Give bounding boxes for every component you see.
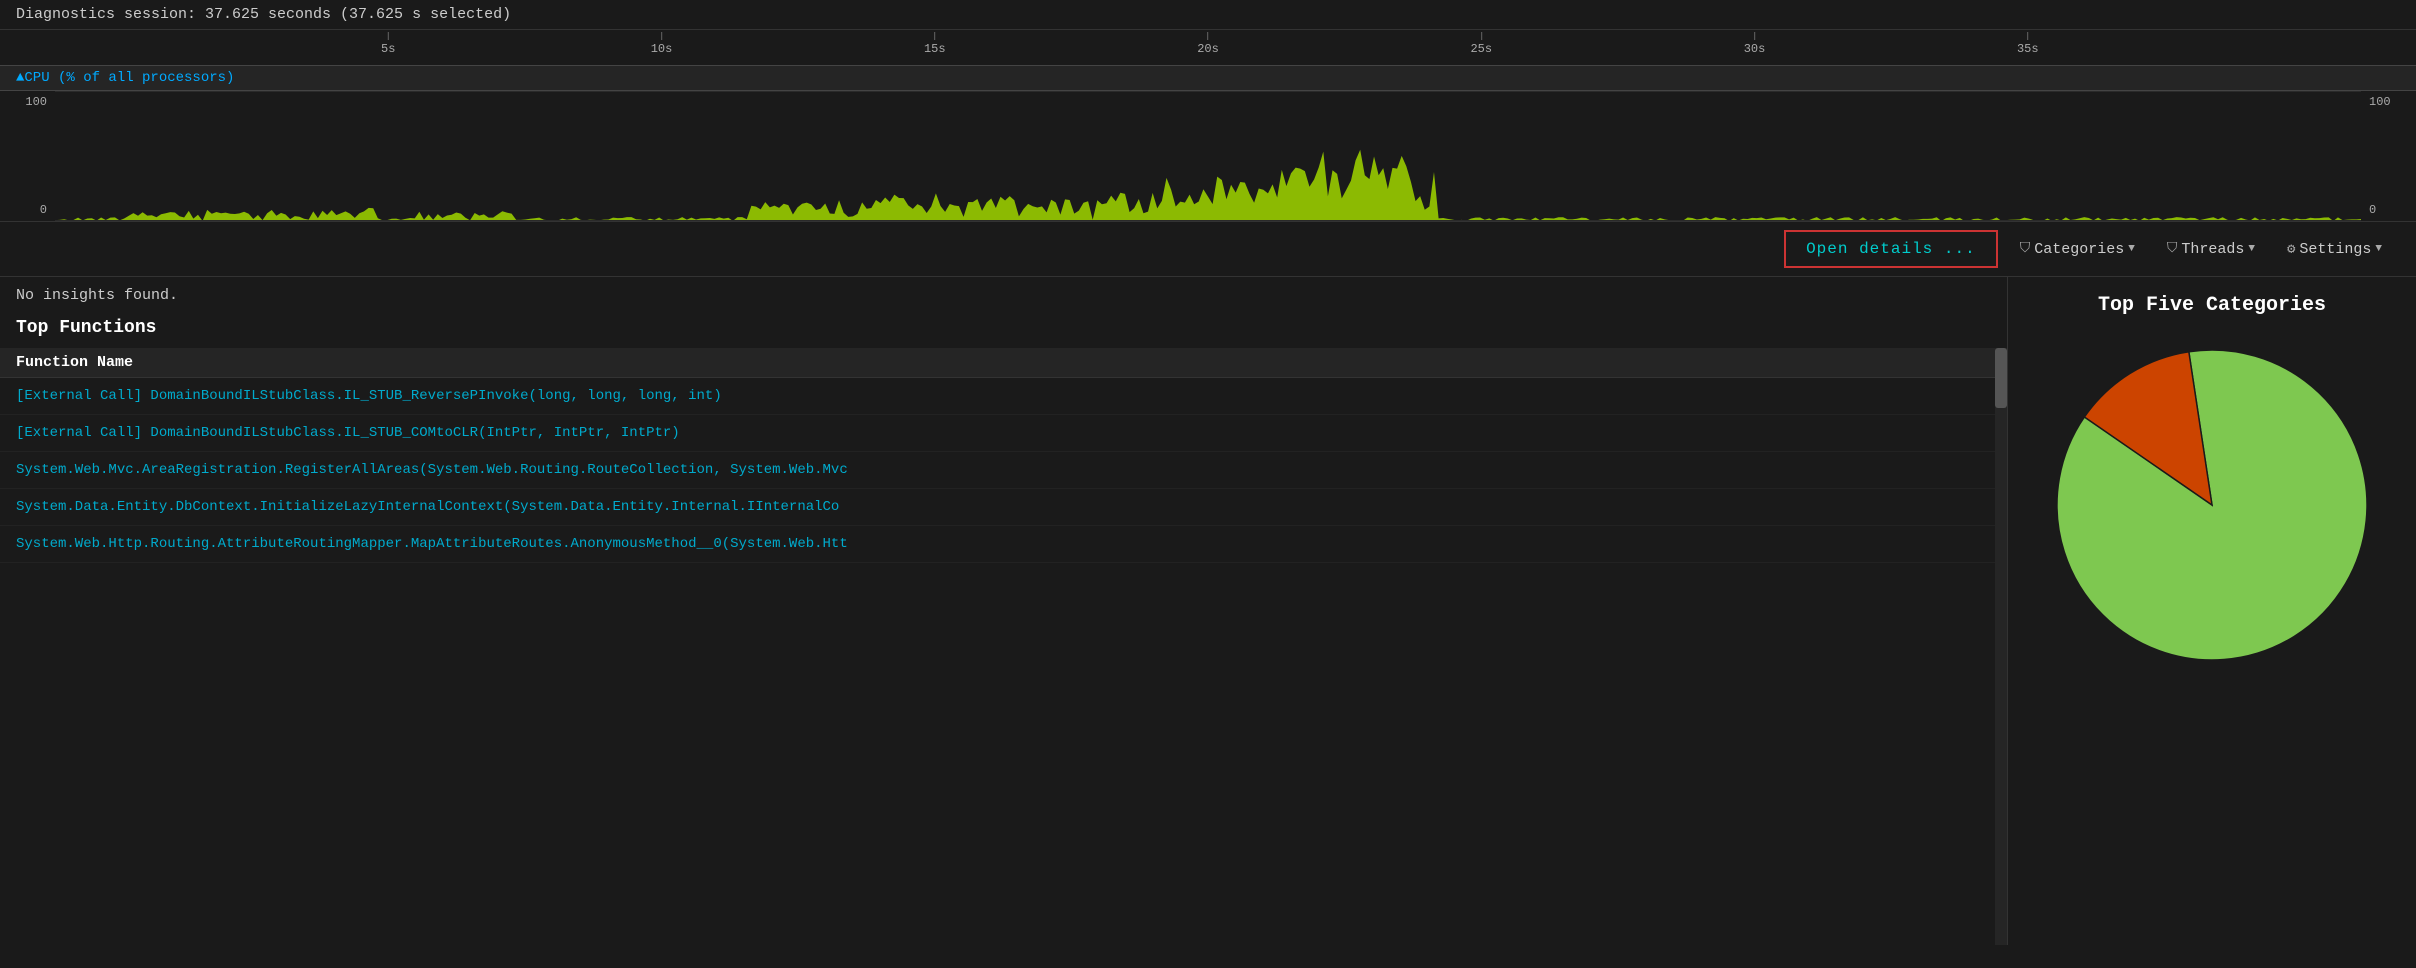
function-row-2[interactable]: System.Web.Mvc.AreaRegistration.Register… <box>0 452 2007 489</box>
scrollable-list: Function Name [External Call] DomainBoun… <box>0 348 2007 945</box>
ruler-tick-30s: 30s <box>1744 32 1766 56</box>
settings-gear-icon: ⚙ <box>2287 241 2295 258</box>
cpu-y-min: 0 <box>8 203 47 217</box>
cpu-header: ▲CPU (% of all processors) <box>0 66 2416 91</box>
timeline-ruler: 5s 10s 15s 20s 25s 30s 35s <box>0 30 2416 66</box>
main-content: No insights found. Top Functions Functio… <box>0 277 2416 945</box>
open-details-button[interactable]: Open details ... <box>1784 230 1998 268</box>
header-bar: Diagnostics session: 37.625 seconds (37.… <box>0 0 2416 30</box>
cpu-y-max-right: 100 <box>2369 95 2408 109</box>
function-name-header: Function Name <box>0 348 2007 378</box>
function-row-4[interactable]: System.Web.Http.Routing.AttributeRouting… <box>0 526 2007 563</box>
settings-chevron-icon: ▼ <box>2375 243 2382 255</box>
ruler-tick-10s: 10s <box>651 32 673 56</box>
cpu-y-min-right: 0 <box>2369 203 2408 217</box>
categories-button[interactable]: ⛉ Categories ▼ <box>2010 235 2145 264</box>
pie-chart-container <box>2042 335 2382 675</box>
cpu-section: ▲CPU (% of all processors) 100 0 100 0 <box>0 66 2416 222</box>
settings-button[interactable]: ⚙ Settings ▼ <box>2277 235 2392 264</box>
threads-filter-icon: ⛉ <box>2167 241 2178 257</box>
ruler-tick-5s: 5s <box>381 32 395 56</box>
categories-filter-icon: ⛉ <box>2020 241 2031 257</box>
ruler-tick-25s: 25s <box>1470 32 1492 56</box>
cpu-graph-container: 100 0 100 0 <box>0 91 2416 221</box>
threads-chevron-icon: ▼ <box>2248 243 2255 255</box>
function-rows: [External Call] DomainBoundILStubClass.I… <box>0 378 2007 563</box>
cpu-label: ▲CPU (% of all processors) <box>16 70 234 86</box>
top-functions-title: Top Functions <box>0 314 2007 348</box>
cpu-graph <box>55 91 2361 221</box>
function-row-1[interactable]: [External Call] DomainBoundILStubClass.I… <box>0 415 2007 452</box>
toolbar-row: Open details ... ⛉ Categories ▼ ⛉ Thread… <box>0 222 2416 277</box>
cpu-y-max: 100 <box>8 95 47 109</box>
categories-chevron-icon: ▼ <box>2128 243 2135 255</box>
function-row-3[interactable]: System.Data.Entity.DbContext.InitializeL… <box>0 489 2007 526</box>
top-five-title: Top Five Categories <box>2098 293 2326 319</box>
ruler-tick-15s: 15s <box>924 32 946 56</box>
no-insights-text: No insights found. <box>0 277 2007 314</box>
cpu-y-axis-right: 100 0 <box>2361 91 2416 221</box>
ruler-inner: 5s 10s 15s 20s 25s 30s 35s <box>115 30 2301 65</box>
function-row-0[interactable]: [External Call] DomainBoundILStubClass.I… <box>0 378 2007 415</box>
ruler-tick-20s: 20s <box>1197 32 1219 56</box>
left-panel: No insights found. Top Functions Functio… <box>0 277 2008 945</box>
threads-button[interactable]: ⛉ Threads ▼ <box>2157 235 2265 264</box>
scrollbar-track[interactable] <box>1995 348 2007 945</box>
cpu-y-axis-left: 100 0 <box>0 91 55 221</box>
scrollbar-thumb[interactable] <box>1995 348 2007 408</box>
ruler-tick-35s: 35s <box>2017 32 2039 56</box>
header-title: Diagnostics session: 37.625 seconds (37.… <box>16 6 511 23</box>
right-panel: Top Five Categories <box>2008 277 2416 945</box>
